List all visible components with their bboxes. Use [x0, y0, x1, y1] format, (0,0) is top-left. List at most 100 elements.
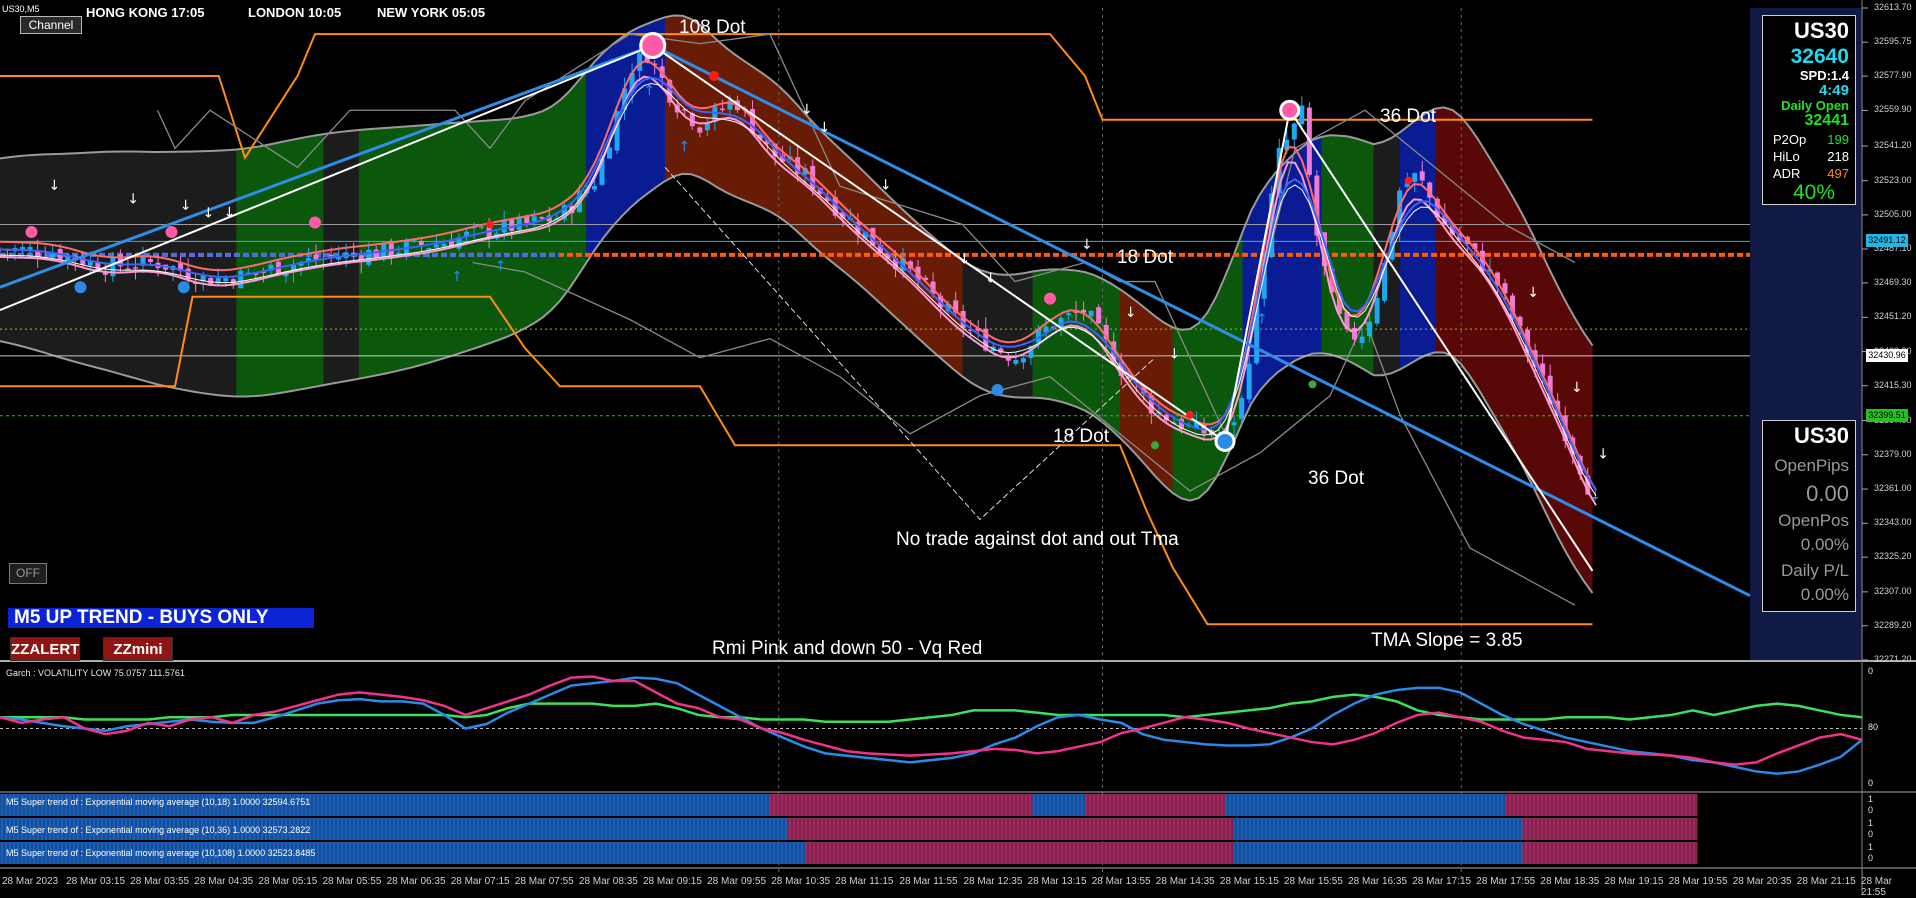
time-tick-label: 28 Mar 19:55	[1668, 876, 1728, 887]
annotation-18-dot-top: 18 Dot	[1117, 247, 1173, 268]
time-tick-label: 28 Mar 21:15	[1796, 876, 1856, 887]
dot-pink-2	[165, 226, 178, 239]
supertrend-row-1-segment-3	[1522, 818, 1698, 840]
candle-body	[1291, 123, 1297, 140]
dot-blue-2	[177, 281, 190, 294]
price-tick-label: 32541.20	[1874, 140, 1912, 150]
candle-body	[223, 278, 229, 282]
arrow-down-icon: ↓	[224, 205, 236, 221]
dot-red-3	[1404, 176, 1413, 185]
arrow-down-icon: ↓	[880, 178, 892, 194]
info-adr-label: ADR	[1773, 166, 1801, 181]
supertrend-row-0-segment-4	[1225, 794, 1505, 816]
band-segment-13	[1400, 108, 1435, 370]
candle-body	[238, 270, 244, 289]
price-tick-label: 32613.70	[1874, 2, 1912, 12]
trade-symbol: US30	[1793, 423, 1849, 448]
supertrend-row-2-segment-3	[1522, 842, 1698, 864]
supertrend-side-1: 1	[1868, 794, 1873, 804]
candle-body	[704, 123, 710, 131]
supertrend-row-2-segment-2	[1233, 842, 1523, 864]
time-tick-label: 28 Mar 03:55	[130, 876, 190, 887]
supertrend-row-1-segment-2	[1233, 818, 1523, 840]
annotation-36-dot-bottom: 36 Dot	[1308, 468, 1364, 489]
candle-body	[1231, 422, 1237, 426]
annotation-no-trade: No trade against dot and out Tma	[896, 529, 1179, 550]
time-tick-label: 28 Mar 16:35	[1348, 876, 1408, 887]
arrow-down-icon: ↓	[819, 120, 831, 136]
oscillator-title: Garch : VOLATILITY LOW 75.0757 111.5761	[6, 668, 185, 678]
candle-body	[1592, 497, 1598, 499]
price-tick-label: 32469.30	[1874, 276, 1912, 287]
time-tick-label: 28 Mar 06:35	[386, 876, 446, 887]
candle-body	[125, 268, 131, 270]
candle-body	[479, 226, 485, 229]
dot-pink-3	[309, 216, 321, 229]
arrow-down-icon: ↓	[49, 178, 61, 194]
zzalert-button[interactable]: ZZALERT	[10, 637, 80, 661]
supertrend-row-2-segment-1	[805, 842, 1234, 864]
candle-body	[1096, 307, 1102, 324]
candle-body	[501, 219, 507, 233]
arrow-up-icon: ↑	[1256, 311, 1268, 327]
candle-body	[1246, 363, 1252, 400]
open-pips-value: 0.00	[1806, 481, 1849, 506]
info-adr-value: 497	[1827, 166, 1849, 181]
candle-body	[531, 216, 537, 222]
time-tick-label: 28 Mar 09:55	[707, 876, 767, 887]
candle-body	[591, 186, 597, 190]
candle-body	[373, 249, 379, 258]
annotation-18-dot-bottom: 18 Dot	[1053, 426, 1109, 447]
price-tick-label: 32325.20	[1874, 551, 1912, 562]
info-daily-open-label: Daily Open	[1781, 98, 1849, 113]
candle-body	[1367, 321, 1373, 337]
candle-body	[1374, 298, 1380, 324]
price-tick-label: 32343.00	[1874, 517, 1912, 528]
price-tick-label: 32289.20	[1874, 619, 1912, 630]
arrow-down-icon: ↓	[1125, 305, 1137, 321]
dot-green-1	[1151, 441, 1159, 450]
time-tick-label: 28 Mar 2023	[2, 876, 59, 887]
candle-body	[1013, 359, 1019, 364]
candle-body	[441, 243, 447, 247]
channel-button[interactable]: Channel	[20, 16, 82, 34]
price-tick-label: 32505.00	[1874, 208, 1912, 219]
dot-18-bottom	[991, 384, 1004, 397]
trendline-down	[652, 44, 1751, 597]
trend-banner: M5 UP TREND - BUYS ONLY	[8, 608, 314, 628]
price-tick-label: 32307.00	[1874, 585, 1912, 596]
session-new-york: NEW YORK 05:05	[377, 5, 486, 20]
candle-body	[1088, 310, 1094, 317]
candle-body	[1020, 358, 1026, 363]
supertrend-side-1: 1	[1868, 818, 1873, 828]
off-button[interactable]: OFF	[9, 563, 47, 584]
price-chart[interactable]: ↓↓ ↓ ↓ ↓↓↓↓↓↓↓↓↓↓↓↓↑↑↑↑↑101010	[0, 0, 1916, 893]
info-symbol: US30	[1793, 18, 1849, 43]
candle-body	[328, 254, 334, 257]
arrow-down-icon: ↓	[127, 192, 139, 208]
time-tick-label: 28 Mar 11:15	[835, 876, 894, 887]
info-percent: 40%	[1792, 181, 1835, 204]
dot-red-2	[486, 220, 494, 229]
annotation-rmi: Rmi Pink and down 50 - Vq Red	[712, 638, 983, 659]
time-tick-label: 28 Mar 14:35	[1155, 876, 1215, 887]
dot-36-bottom	[1214, 430, 1236, 452]
oscillator-tick-mid: 80	[1868, 722, 1879, 732]
annotation-tma-slope: TMA Slope = 3.85	[1371, 630, 1523, 651]
arrow-down-icon: ↓	[1571, 380, 1583, 396]
info-hilo-value: 218	[1827, 149, 1849, 164]
dot-blue-1	[74, 281, 87, 294]
arrow-down-icon: ↓	[180, 198, 192, 214]
candle-body	[1359, 336, 1365, 344]
trendline-down-white	[652, 44, 1226, 443]
price-tick-label: 32523.00	[1874, 174, 1912, 185]
oscillator-pink-line	[0, 675, 1863, 766]
dot-18-top	[1044, 292, 1056, 305]
supertrend-row-1-segment-1	[787, 818, 1234, 840]
supertrend-row-0-segment-5	[1505, 794, 1698, 816]
arrow-down-icon: ↓	[203, 206, 215, 222]
time-tick-label: 28 Mar 12:35	[963, 876, 1023, 887]
zzmini-button[interactable]: ZZmini	[103, 637, 173, 661]
candle-body	[426, 247, 432, 250]
candle-body	[1066, 313, 1072, 316]
